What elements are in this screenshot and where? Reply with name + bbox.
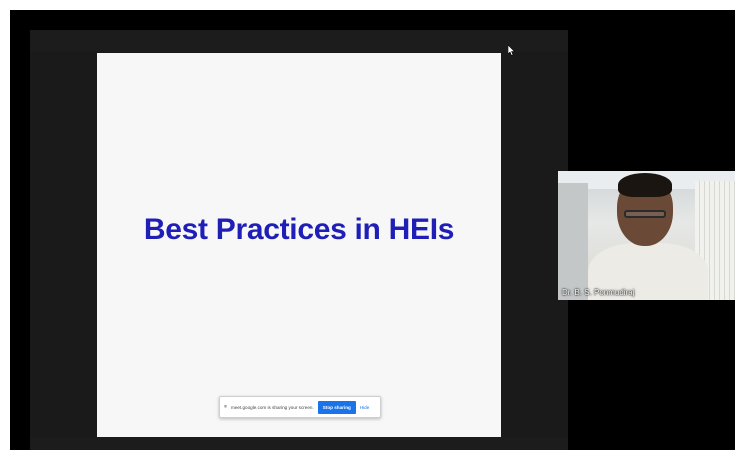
hide-button[interactable]: Hide <box>360 405 369 410</box>
participant-name: Dr. B. S. Ponmudiraj <box>562 288 635 297</box>
screen-share-icon: ⏸ <box>224 403 228 410</box>
video-background <box>558 183 588 300</box>
window-top-bar <box>30 30 568 52</box>
presentation-slide: Best Practices in HEIs ↖ ✎ ▦ ⌕ ⏸ meet.go… <box>97 53 501 450</box>
window-bottom-bar <box>30 437 568 450</box>
shared-screen: Best Practices in HEIs ↖ ✎ ▦ ⌕ ⏸ meet.go… <box>30 30 568 450</box>
screen-share-notification: ⏸ meet.google.com is sharing your screen… <box>219 396 381 418</box>
share-message: meet.google.com is sharing your screen. <box>231 404 314 410</box>
participant-glasses <box>624 210 666 218</box>
participant-hair <box>618 173 672 197</box>
slide-title: Best Practices in HEIs <box>143 213 455 246</box>
participant-video-tile[interactable]: Dr. B. S. Ponmudiraj <box>558 171 735 300</box>
stop-sharing-button[interactable]: Stop sharing <box>317 400 356 414</box>
